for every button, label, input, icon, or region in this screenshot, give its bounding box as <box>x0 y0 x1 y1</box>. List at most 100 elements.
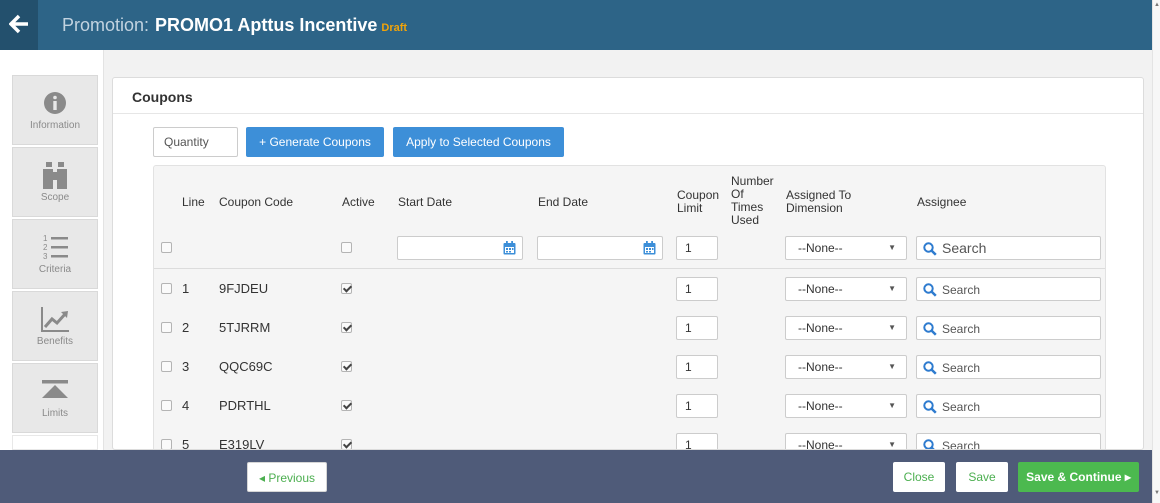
previous-button[interactable]: ◂ Previous <box>247 462 327 492</box>
row-line: 5 <box>182 437 190 450</box>
row-line: 2 <box>182 320 190 335</box>
row-active-checkbox[interactable] <box>341 322 352 333</box>
row-assignee-search[interactable]: Search <box>916 355 1101 379</box>
caret-down-icon: ▼ <box>888 401 896 410</box>
row-limit-input[interactable]: 1 <box>676 277 718 301</box>
row-checkbox[interactable] <box>161 322 172 333</box>
col-active: Active <box>342 195 375 209</box>
trend-chart-icon <box>41 307 69 332</box>
row-dimension-select[interactable]: --None-- ▼ <box>785 355 907 379</box>
sidebar-item-benefits[interactable]: Benefits <box>12 291 98 361</box>
coupons-table: Line Coupon Code Active Start Date End D… <box>153 165 1106 450</box>
start-date-input[interactable] <box>397 236 523 260</box>
row-dimension-select[interactable]: --None-- ▼ <box>785 394 907 418</box>
vertical-scrollbar[interactable] <box>1152 0 1160 503</box>
sidebar-item-coupons[interactable] <box>12 435 98 450</box>
row-active-checkbox[interactable] <box>341 283 352 294</box>
select-value: --None-- <box>798 438 843 450</box>
search-placeholder: Search <box>942 400 981 414</box>
row-line: 4 <box>182 398 190 413</box>
row-limit-input[interactable]: 1 <box>676 316 718 340</box>
row-active-checkbox[interactable] <box>341 400 352 411</box>
scroll-down-icon[interactable]: ▼ <box>1154 490 1160 496</box>
generate-coupons-button[interactable]: + Generate Coupons <box>246 127 384 157</box>
arrow-left-icon <box>9 14 28 34</box>
info-icon <box>44 92 66 114</box>
calendar-icon[interactable] <box>503 241 516 255</box>
save-continue-button[interactable]: Save & Continue ▸ <box>1018 462 1139 492</box>
row-coupon-code: 5TJRRM <box>219 320 271 335</box>
row-limit-input[interactable]: 1 <box>676 433 718 449</box>
caret-down-icon: ▼ <box>888 243 896 252</box>
assignee-filter-search[interactable]: Search <box>916 236 1101 260</box>
sidebar-item-scope[interactable]: Scope <box>12 147 98 217</box>
row-coupon-code: 9FJDEU <box>219 281 269 296</box>
caret-down-icon: ▼ <box>888 362 896 371</box>
sidebar: Information Scope 1 2 3 Criteria Benefit… <box>0 50 104 450</box>
close-button[interactable]: Close <box>893 462 945 492</box>
save-button[interactable]: Save <box>956 462 1008 492</box>
row-assignee-search[interactable]: Search <box>916 316 1101 340</box>
svg-text:3: 3 <box>43 252 48 261</box>
sidebar-item-label: Information <box>29 120 81 131</box>
sidebar-item-label: Scope <box>40 192 70 203</box>
row-coupon-code: QQC69C <box>219 359 273 374</box>
search-icon <box>923 242 937 256</box>
limit-filter-input[interactable]: 1 <box>676 236 718 260</box>
row-limit-input[interactable]: 1 <box>676 355 718 379</box>
coupons-panel: Coupons Quantity + Generate Coupons Appl… <box>112 77 1144 450</box>
select-value: --None-- <box>798 321 843 335</box>
row-limit-input[interactable]: 1 <box>676 394 718 418</box>
col-start-date: Start Date <box>398 195 453 209</box>
active-filter-checkbox[interactable] <box>341 242 352 253</box>
quantity-input[interactable]: Quantity <box>153 127 238 157</box>
search-placeholder: Search <box>942 361 981 375</box>
sidebar-item-information[interactable]: Information <box>12 75 98 145</box>
sidebar-item-label: Benefits <box>36 336 74 347</box>
row-checkbox[interactable] <box>161 361 172 372</box>
select-all-checkbox[interactable] <box>161 242 172 253</box>
caret-down-icon: ▼ <box>888 284 896 293</box>
search-placeholder: Search <box>942 240 987 256</box>
search-icon <box>923 322 937 336</box>
row-dimension-select[interactable]: --None-- ▼ <box>785 433 907 450</box>
dimension-filter-select[interactable]: --None-- ▼ <box>785 236 907 260</box>
sidebar-item-criteria[interactable]: 1 2 3 Criteria <box>12 219 98 289</box>
row-coupon-code: PDRTHL <box>219 398 271 413</box>
col-coupon-limit: Coupon Limit <box>677 188 720 215</box>
limit-arrow-icon <box>42 380 68 398</box>
col-coupon-code: Coupon Code <box>219 195 294 209</box>
search-icon <box>923 283 937 297</box>
search-placeholder: Search <box>942 283 981 297</box>
calendar-icon[interactable] <box>643 241 656 255</box>
top-bar: Promotion: PROMO1 Apttus Incentive Draft <box>0 0 1152 50</box>
row-checkbox[interactable] <box>161 400 172 411</box>
row-active-checkbox[interactable] <box>341 361 352 372</box>
select-value: --None-- <box>798 282 843 296</box>
row-line: 1 <box>182 281 190 296</box>
numbered-list-icon: 1 2 3 <box>43 234 68 261</box>
panel-title: Coupons <box>132 89 193 105</box>
title-prefix: Promotion: <box>62 15 150 35</box>
search-icon <box>923 400 937 414</box>
col-line: Line <box>182 195 205 209</box>
end-date-input[interactable] <box>537 236 663 260</box>
back-button[interactable] <box>0 0 38 50</box>
select-value: --None-- <box>798 241 843 255</box>
row-checkbox[interactable] <box>161 283 172 294</box>
select-value: --None-- <box>798 399 843 413</box>
row-coupon-code: E319LV <box>219 437 265 450</box>
col-assignee: Assignee <box>917 195 967 209</box>
row-assignee-search[interactable]: Search <box>916 277 1101 301</box>
row-assignee-search[interactable]: Search <box>916 394 1101 418</box>
page-title: Promotion: PROMO1 Apttus Incentive Draft <box>62 15 407 36</box>
row-checkbox[interactable] <box>161 439 172 449</box>
row-dimension-select[interactable]: --None-- ▼ <box>785 277 907 301</box>
sidebar-item-limits[interactable]: Limits <box>12 363 98 433</box>
scroll-up-icon[interactable]: ▲ <box>1154 2 1160 8</box>
row-assignee-search[interactable]: Search <box>916 433 1101 449</box>
divider <box>113 113 1143 114</box>
apply-to-selected-button[interactable]: Apply to Selected Coupons <box>393 127 564 157</box>
row-dimension-select[interactable]: --None-- ▼ <box>785 316 907 340</box>
row-active-checkbox[interactable] <box>341 439 352 449</box>
